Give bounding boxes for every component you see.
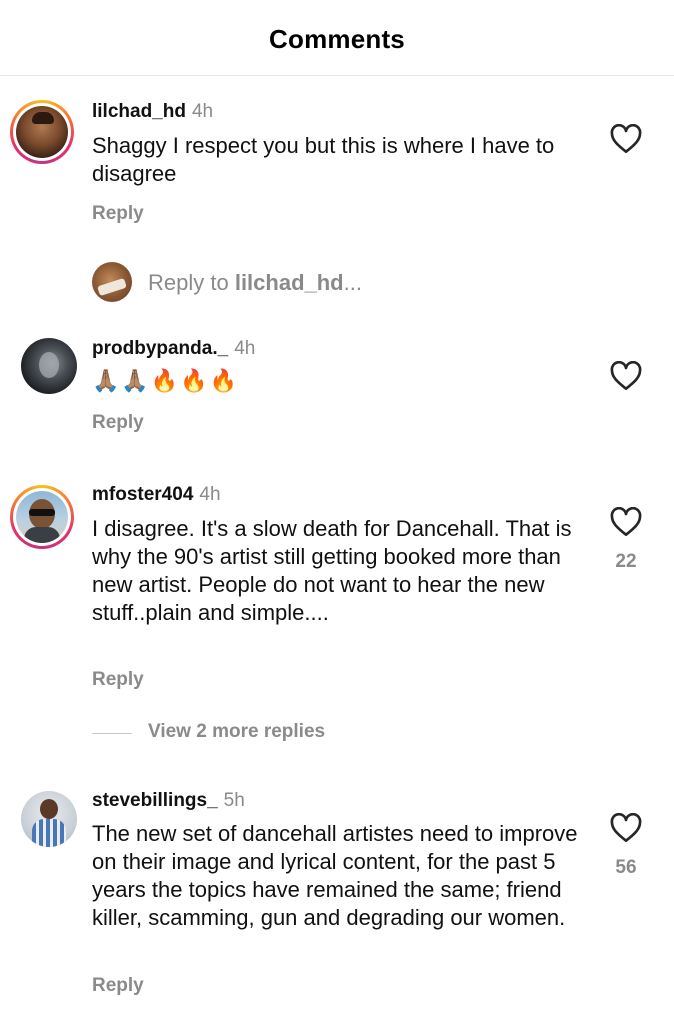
reply-button[interactable]: Reply xyxy=(92,975,144,997)
comment-text: I disagree. It's a slow death for Danceh… xyxy=(92,516,572,625)
comment-header: mfoster404 4h xyxy=(92,484,221,506)
page-title: Comments xyxy=(269,24,405,54)
divider xyxy=(92,733,132,734)
username[interactable]: stevebillings_ xyxy=(92,790,218,811)
reply-to-text[interactable]: Reply to lilchad_hd... xyxy=(148,270,362,296)
header: Comments xyxy=(0,0,674,76)
comment-text: Shaggy I respect you but this is where I… xyxy=(92,133,555,186)
username[interactable]: prodbypanda._ xyxy=(92,338,228,359)
timestamp: 4h xyxy=(199,484,221,505)
timestamp: 5h xyxy=(223,790,245,811)
reply-button[interactable]: Reply xyxy=(92,203,144,225)
timestamp: 4h xyxy=(234,338,256,359)
reply-to-prefix: Reply to xyxy=(148,270,235,295)
timestamp: 4h xyxy=(191,101,214,122)
heart-outline-icon[interactable] xyxy=(610,507,642,537)
reply-button[interactable]: Reply xyxy=(92,669,144,691)
like-count: 56 xyxy=(615,857,637,878)
reply-to-username: lilchad_hd xyxy=(234,270,344,295)
reply-button[interactable]: Reply xyxy=(92,412,144,434)
heart-outline-icon[interactable] xyxy=(610,124,642,154)
heart-outline-icon[interactable] xyxy=(610,813,642,843)
reply-to-suffix: ... xyxy=(343,270,362,295)
heart-outline-icon[interactable] xyxy=(610,361,642,391)
avatar[interactable] xyxy=(21,791,77,847)
username[interactable]: mfoster404 xyxy=(92,484,193,505)
username[interactable]: lilchad_hd xyxy=(92,101,186,122)
avatar[interactable] xyxy=(10,485,74,549)
current-user-avatar xyxy=(92,262,132,302)
comment-text: 🙏🏽🙏🏽🔥🔥🔥 xyxy=(92,369,239,394)
comment-header: prodbypanda._ 4h xyxy=(92,338,255,360)
avatar[interactable] xyxy=(21,338,77,394)
view-more-replies-label[interactable]: View 2 more replies xyxy=(148,721,325,743)
like-count: 22 xyxy=(615,551,637,572)
avatar[interactable] xyxy=(10,100,74,164)
comment-header: stevebillings_ 5h xyxy=(92,790,245,812)
comment-text: The new set of dancehall artistes need t… xyxy=(92,821,578,930)
comment-header: lilchad_hd 4h xyxy=(92,101,213,123)
